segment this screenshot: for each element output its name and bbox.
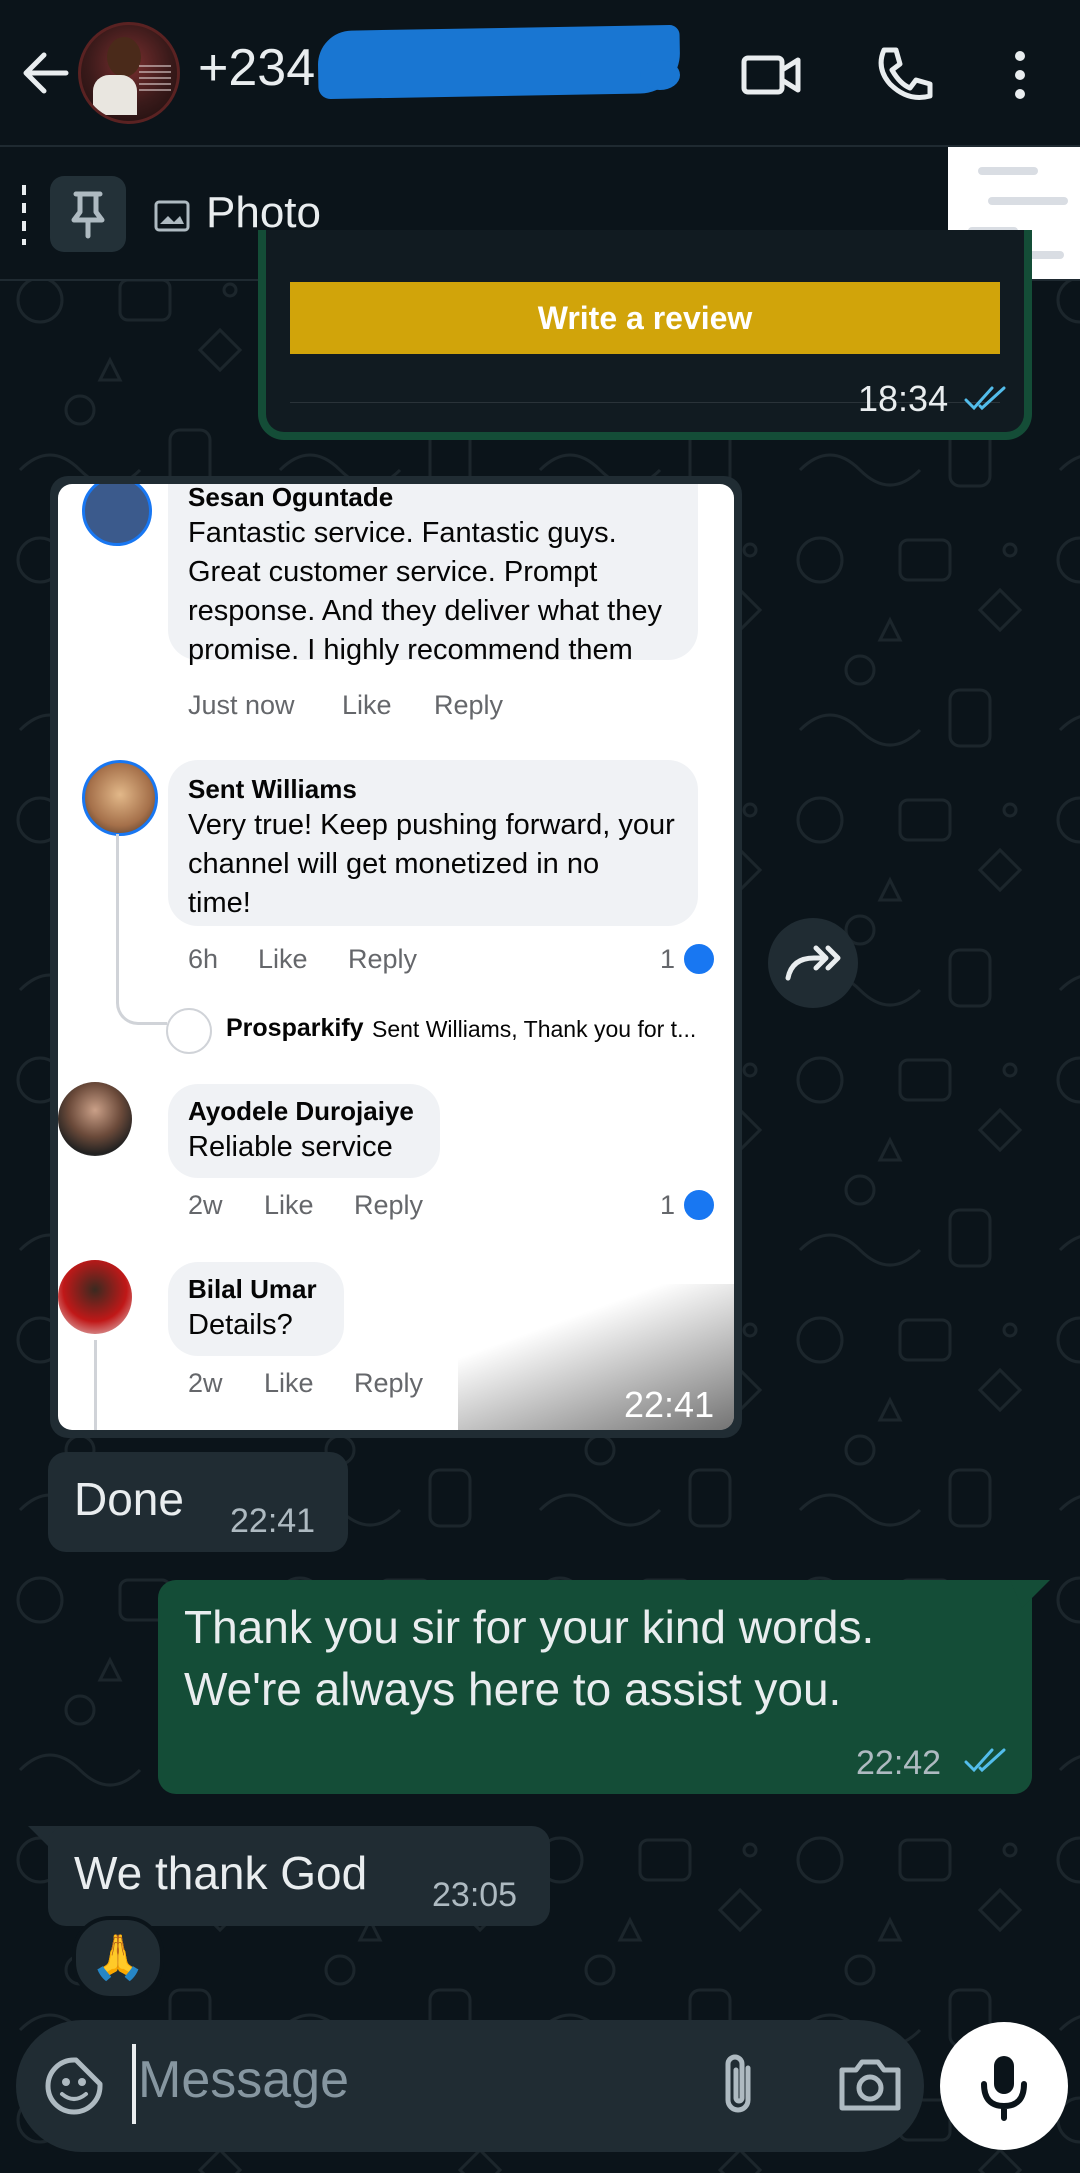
reply-thread-line [116, 834, 167, 1025]
camera-icon[interactable] [836, 2052, 904, 2116]
message-time: 22:42 [856, 1744, 942, 1782]
message-time: 22:41 [624, 1384, 715, 1425]
page-avatar [166, 1008, 212, 1054]
comment-age: Just now [188, 690, 295, 720]
attach-icon[interactable] [712, 2050, 768, 2120]
comment-like: Like [264, 1190, 314, 1220]
comment-text-line: response. And they deliver what they [188, 595, 662, 627]
like-thumb-icon [682, 942, 716, 976]
comment-like: Like [264, 1368, 314, 1398]
mic-button[interactable] [940, 2022, 1068, 2150]
message-text-line: We're always here to assist you. [184, 1663, 842, 1715]
commenter-name: Sesan Oguntade [188, 484, 394, 512]
comment-like: Like [342, 690, 392, 720]
comment-age: 2w [188, 1368, 223, 1398]
message-time: 18:34 [858, 378, 949, 419]
commenter-avatar [82, 760, 158, 836]
reply-author: Prosparkify [226, 1014, 364, 1042]
pin-icon [71, 191, 105, 239]
reply-preview: Sent Williams, Thank you for t... [372, 1016, 697, 1042]
comment-age: 2w [188, 1190, 223, 1220]
contact-avatar[interactable] [78, 22, 180, 124]
comment-text-line: Great customer service. Prompt [188, 556, 598, 588]
message-text: We thank God [74, 1847, 368, 1899]
redaction-scribble [317, 24, 681, 100]
comment-reply: Reply [348, 944, 418, 974]
text-caret [132, 2044, 136, 2124]
forward-button[interactable] [768, 918, 858, 1008]
comment-text: Reliable service [188, 1131, 393, 1163]
pin-button[interactable] [50, 176, 126, 252]
comment-text-line: promise. I highly recommend them [188, 634, 633, 666]
comment-text-line: channel will get monetized in no [188, 848, 600, 880]
comment-age: 6h [188, 944, 219, 974]
contact-name[interactable]: +234 [198, 38, 315, 98]
message-text-line: Thank you sir for your kind words. [184, 1601, 875, 1653]
commenter-name: Ayodele Durojaiye [188, 1096, 414, 1126]
pinned-indicator [22, 185, 26, 245]
comment-text: Details? [188, 1309, 293, 1341]
emoji-sticker-icon[interactable] [42, 2054, 106, 2118]
commenter-avatar [58, 1082, 132, 1156]
reaction-badge[interactable]: 🙏 [72, 1916, 164, 2000]
bubble-tail [1010, 1580, 1050, 1608]
comment-reply: Reply [434, 690, 504, 720]
comment-reply: Reply [354, 1190, 424, 1220]
photo-icon [154, 200, 190, 232]
comment-like: Like [258, 944, 308, 974]
message-input[interactable]: Message [138, 2050, 349, 2110]
mic-icon [981, 2056, 1027, 2121]
more-vert-icon[interactable] [1000, 40, 1040, 110]
reply-thread-line [94, 1340, 99, 1430]
comment-text-line: Fantastic service. Fantastic guys. [188, 517, 617, 549]
comment-text-line: time! [188, 887, 251, 919]
video-call-icon[interactable] [736, 40, 806, 110]
read-ticks-icon [964, 386, 1006, 411]
redaction-scribble-tail [640, 60, 680, 90]
commenter-avatar [58, 1260, 132, 1334]
voice-call-icon[interactable] [868, 40, 938, 110]
like-thumb-icon [682, 1188, 716, 1222]
like-count: 1 [660, 1190, 676, 1220]
message-text: Done [74, 1473, 184, 1525]
back-arrow-icon[interactable] [18, 45, 74, 101]
commenter-name: Sent Williams [188, 774, 357, 804]
write-review-button: Write a review [290, 282, 1000, 354]
comment-text-line: Very true! Keep pushing forward, your [188, 809, 675, 841]
forward-icon [785, 945, 841, 981]
comments-screenshot: Sesan Oguntade Fantastic service. Fantas… [58, 484, 734, 1430]
commenter-avatar [82, 484, 152, 546]
read-ticks-icon [964, 1748, 1006, 1773]
message-time: 23:05 [432, 1876, 518, 1914]
like-count: 1 [660, 944, 676, 974]
message-time: 22:41 [230, 1502, 316, 1540]
comment-reply: Reply [354, 1368, 424, 1398]
commenter-name: Bilal Umar [188, 1274, 317, 1304]
